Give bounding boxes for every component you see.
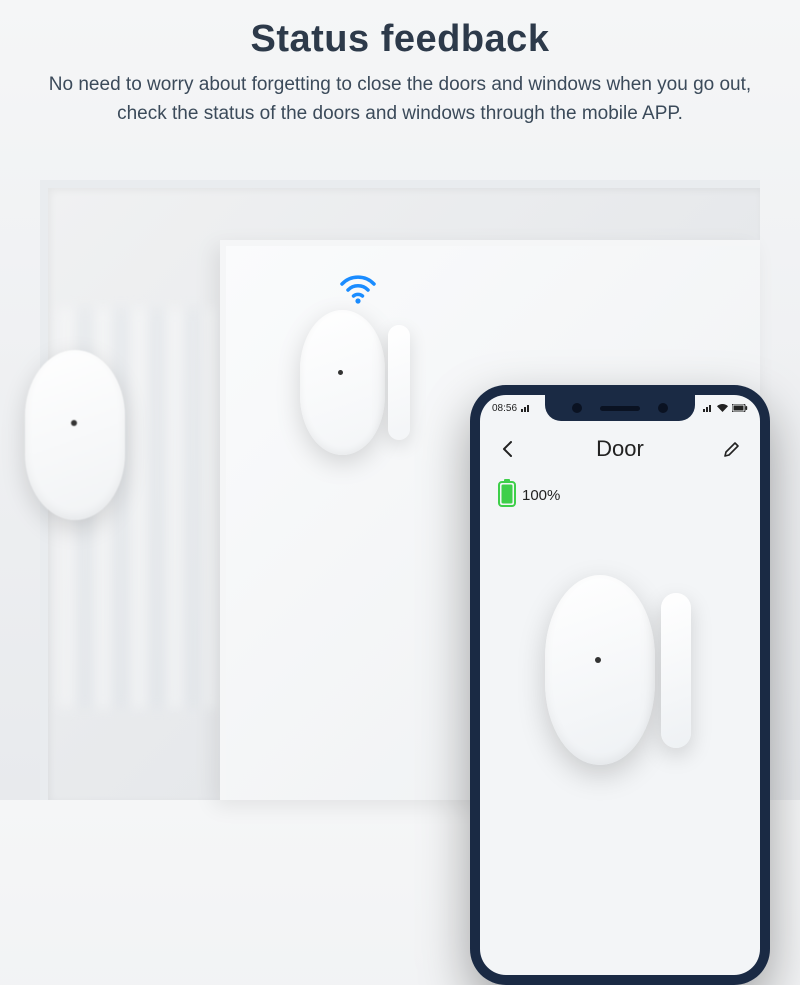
sensor-illustration-magnet bbox=[661, 593, 691, 748]
marketing-header: Status feedback No need to worry about f… bbox=[0, 18, 800, 128]
page-title: Status feedback bbox=[0, 18, 800, 61]
phone-screen: 08:56 Door bbox=[480, 395, 760, 975]
status-bar-signal-icon bbox=[521, 404, 531, 412]
page-subtitle: No need to worry about forgetting to clo… bbox=[40, 71, 760, 128]
status-bar-signal-icon bbox=[703, 404, 713, 412]
status-time: 08:56 bbox=[492, 403, 517, 414]
door-sensor-left bbox=[25, 350, 125, 520]
app-header: Door bbox=[480, 427, 760, 471]
device-battery-row: 100% bbox=[498, 479, 560, 512]
app-title: Door bbox=[596, 436, 644, 462]
edit-button[interactable] bbox=[720, 437, 744, 461]
wifi-icon bbox=[336, 264, 380, 308]
sensor-illustration bbox=[535, 575, 705, 815]
phone-notch bbox=[545, 395, 695, 421]
sensor-magnet bbox=[388, 325, 410, 440]
pencil-icon bbox=[723, 440, 741, 458]
status-bar-wifi-icon bbox=[717, 404, 728, 412]
back-button[interactable] bbox=[496, 437, 520, 461]
arrow-left-icon bbox=[498, 439, 518, 459]
sensor-body bbox=[300, 310, 385, 455]
battery-percent: 100% bbox=[522, 487, 560, 504]
status-bar-battery-icon bbox=[732, 404, 748, 412]
phone-mockup: 08:56 Door bbox=[470, 385, 770, 985]
battery-icon bbox=[498, 479, 516, 512]
sensor-illustration-body bbox=[545, 575, 655, 765]
